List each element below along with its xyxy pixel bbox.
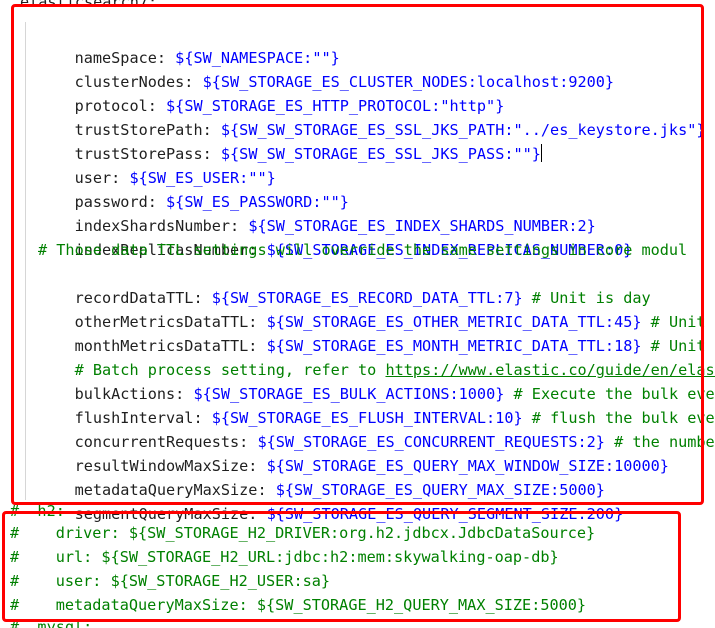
highlight-box-elasticsearch (11, 4, 704, 505)
code-editor[interactable]: elasticsearch7: nameSpace: ${SW_NAMESPAC… (0, 0, 715, 628)
highlight-box-h2 (2, 511, 681, 622)
